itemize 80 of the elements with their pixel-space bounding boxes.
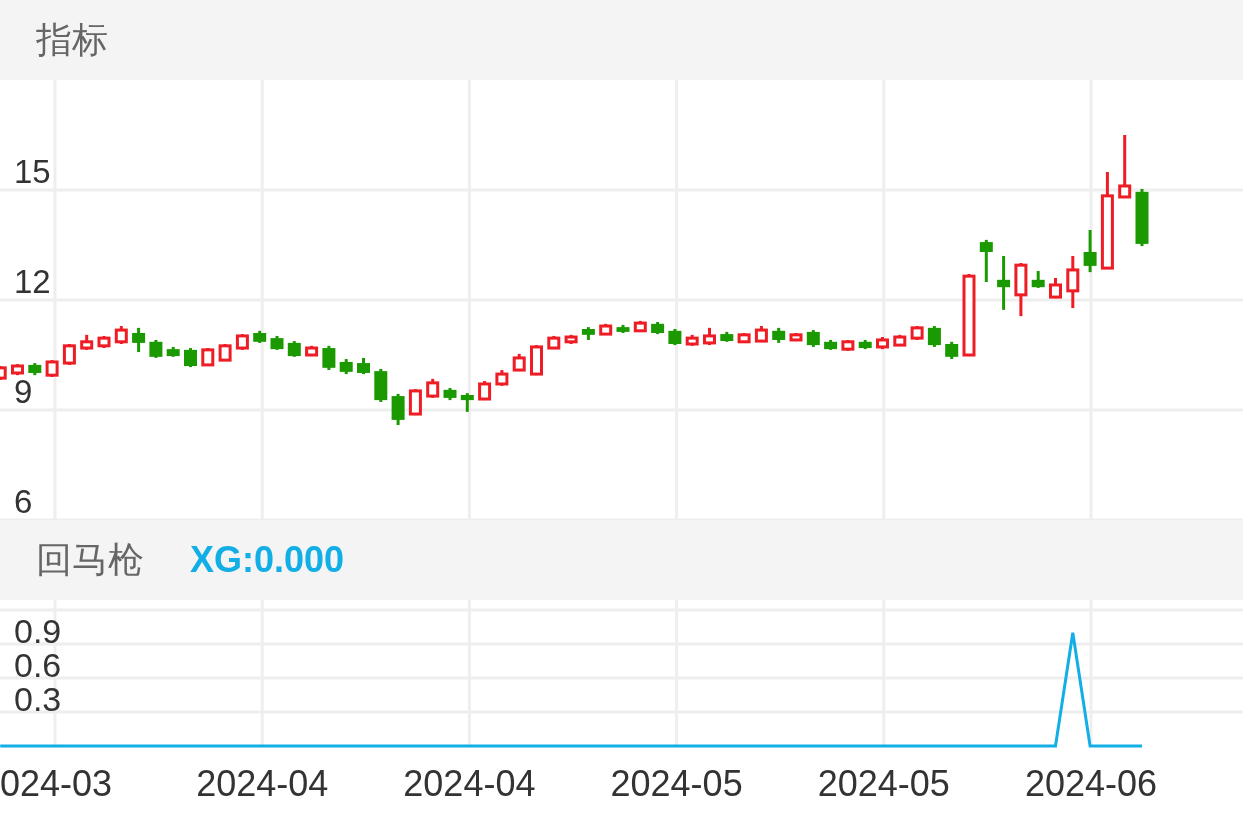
candlestick (1135, 188, 1149, 247)
candlestick (599, 323, 613, 336)
y-axis-label: 12 (14, 266, 51, 298)
candlestick (1083, 229, 1097, 273)
candlestick (149, 339, 163, 358)
candlestick (616, 324, 630, 333)
candlestick (737, 333, 751, 344)
candlestick (530, 345, 543, 376)
candlestick (443, 388, 457, 401)
candlestick (564, 334, 578, 344)
x-axis-label: 2024-04 (196, 762, 329, 806)
candlestick (945, 341, 959, 360)
candlestick (97, 335, 111, 349)
candlestick (11, 364, 24, 376)
y-axis-label: 0.6 (14, 648, 62, 682)
candlestick (910, 326, 924, 340)
candlestick (720, 331, 734, 342)
candlestick (495, 370, 509, 386)
x-axis-label: 2024-05 (610, 762, 743, 806)
y-axis-label: 0.9 (14, 614, 62, 648)
candlestick (460, 393, 474, 412)
x-axis-label: 2024-05 (817, 762, 950, 806)
x-axis-label: 024-03 (0, 762, 113, 806)
candlestick (305, 345, 319, 357)
candlestick (858, 339, 872, 350)
candlestick (547, 335, 561, 350)
y-axis-label: 0.3 (14, 682, 62, 716)
candlestick (1049, 278, 1062, 299)
y-axis-label: 9 (14, 376, 33, 408)
candlestick (478, 381, 492, 401)
candlestick (1014, 262, 1028, 317)
candlestick (374, 368, 388, 402)
candlestick (806, 330, 820, 347)
x-axis-label: 2024-04 (403, 762, 536, 806)
candlestick (287, 341, 301, 357)
candlestick (703, 327, 716, 346)
candlestick (357, 357, 370, 375)
candlestick (166, 346, 180, 357)
candlestick (28, 363, 42, 376)
candlestick (132, 327, 146, 353)
candlestick (789, 333, 803, 342)
candlestick (633, 320, 647, 333)
candlestick (581, 327, 595, 340)
indicator-value: XG:0.000 (190, 538, 345, 582)
candlestick (772, 327, 786, 343)
candlestick (512, 353, 526, 372)
panel-title: 指标 (36, 18, 108, 62)
candlestick (184, 348, 197, 368)
x-axis-label: 2024-06 (1024, 762, 1158, 806)
candlestick (927, 326, 941, 347)
y-axis-label: 6 (14, 486, 33, 518)
candlestick (876, 337, 889, 350)
candlestick (235, 334, 249, 350)
candlestick (668, 328, 682, 346)
candlestick (339, 359, 353, 375)
candlestick (114, 326, 128, 344)
candlestick (651, 322, 665, 335)
y-axis-label: 15 (14, 156, 51, 188)
candlestick (270, 335, 284, 350)
candlestick (322, 345, 336, 371)
candlestick (201, 348, 215, 367)
candlestick (824, 339, 838, 350)
candlestick (685, 334, 699, 346)
candlestick (218, 344, 232, 362)
candlestick (841, 339, 855, 351)
candlestick (408, 389, 422, 416)
candlestick (754, 326, 768, 343)
candlestick (1118, 135, 1132, 199)
candlestick (253, 330, 267, 343)
candlestick (80, 334, 94, 350)
candlestick (1066, 256, 1080, 309)
candlestick (997, 256, 1011, 310)
candlestick (893, 334, 907, 347)
candlestick (391, 393, 405, 426)
candlestick (45, 360, 59, 377)
candlestick (426, 378, 440, 398)
candlestick (1031, 271, 1045, 288)
panel-title: 回马枪 (36, 538, 144, 582)
candlestick (979, 239, 993, 283)
candlestick (62, 344, 76, 365)
